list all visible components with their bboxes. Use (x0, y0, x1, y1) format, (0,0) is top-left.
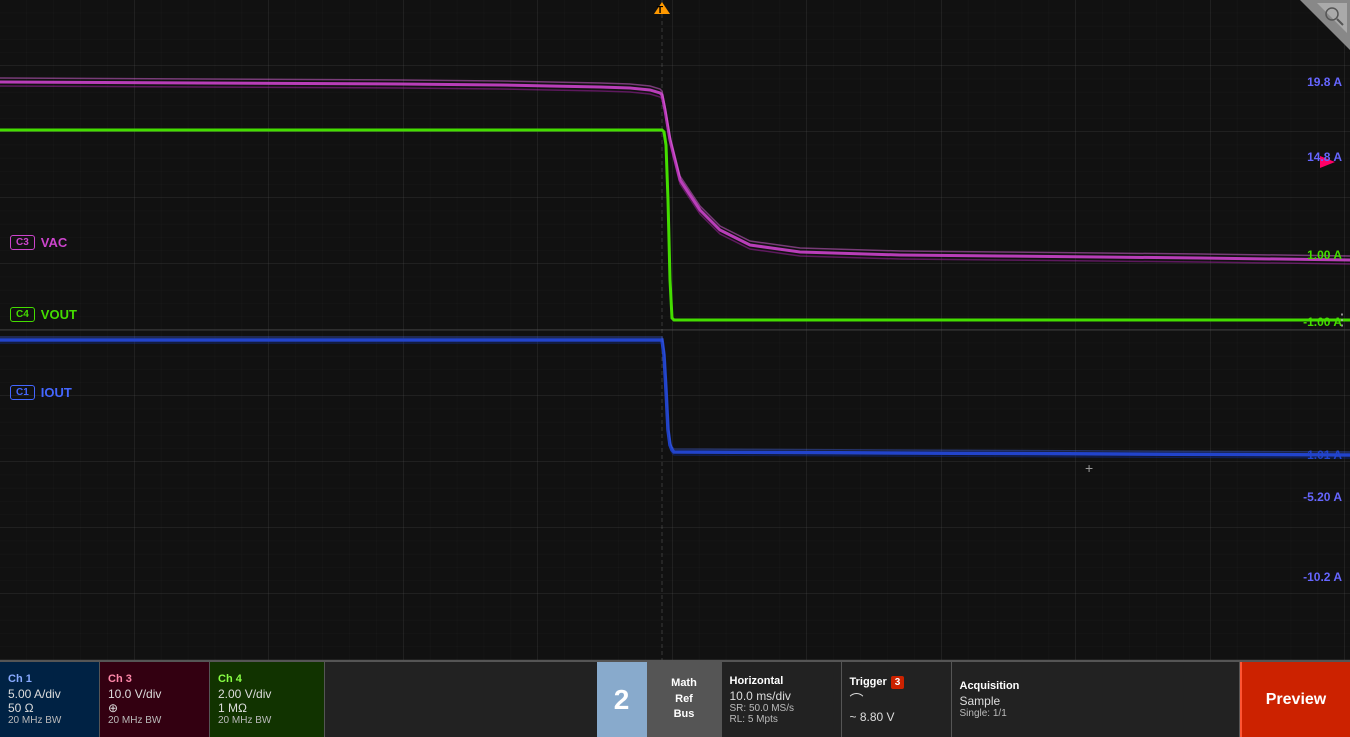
trigger-title: Trigger (850, 676, 887, 688)
channel-c4-label: C4 VOUT (10, 307, 77, 322)
num2-label: 2 (614, 684, 630, 716)
trigger-header: Trigger 3 (850, 676, 943, 690)
channel-c1-label: C1 IOUT (10, 385, 72, 400)
c1-badge: C1 (10, 385, 35, 400)
horizontal-line3: RL: 5 Mpts (730, 714, 833, 725)
voltage-label-upper-mid: 14.8 A (1307, 150, 1342, 164)
ch1-line2: 50 Ω (8, 701, 91, 715)
horizontal-line1: 10.0 ms/div (730, 689, 833, 703)
horizontal-line2: SR: 50.0 MS/s (730, 703, 833, 714)
preview-label: Preview (1266, 691, 1326, 709)
voltage-label-lower: -5.20 A (1303, 490, 1342, 504)
preview-button[interactable]: Preview (1240, 662, 1350, 737)
voltage-label-blue-right: -1.01 A (1303, 448, 1342, 462)
magnifier-icon (1323, 5, 1345, 27)
acquisition-title: Acquisition (960, 680, 1232, 692)
c4-badge: C4 (10, 307, 35, 322)
ch3-line3: 20 MHz BW (108, 715, 201, 726)
trigger-num-badge: 3 (891, 676, 905, 689)
ch1-line1: 5.00 A/div (8, 687, 91, 701)
ch1-info: Ch 1 5.00 A/div 50 Ω 20 MHz BW (0, 662, 100, 737)
c1-name: IOUT (41, 385, 72, 400)
math-ref-bus-button[interactable]: Math Ref Bus (647, 662, 722, 737)
voltage-label-top: 19.8 A (1307, 75, 1342, 89)
ch3-info: Ch 3 10.0 V/div ⊕ 20 MHz BW (100, 662, 210, 737)
waveform-display: T ⋮ (0, 0, 1350, 660)
horizontal-info: Horizontal 10.0 ms/div SR: 50.0 MS/s RL:… (722, 662, 842, 737)
c3-badge: C3 (10, 235, 35, 250)
c4-name: VOUT (41, 307, 77, 322)
horizontal-title: Horizontal (730, 675, 833, 687)
scope-screen: T ⋮ 19.8 A 14.8 A 1.00 A -1.00 A -1.01 A… (0, 0, 1350, 660)
voltage-label-mid-right: -1.00 A (1303, 315, 1342, 329)
cursor-pointer: + (1085, 460, 1093, 476)
trigger-info: Trigger 3 ⌒ ~ 8.80 V (842, 662, 952, 737)
math-ref-bus-label: Math Ref Bus (671, 676, 697, 722)
acquisition-line2: Single: 1/1 (960, 708, 1232, 719)
ch4-line2: 1 MΩ (218, 701, 316, 715)
trigger-symbol: ⌒ (850, 690, 943, 710)
voltage-label-right: 1.00 A (1307, 248, 1342, 262)
ch3-line1: 10.0 V/div (108, 687, 201, 701)
svg-text:T: T (657, 5, 663, 16)
acquisition-info: Acquisition Sample Single: 1/1 (952, 662, 1241, 737)
num2-button[interactable]: 2 (597, 662, 647, 737)
spacer (325, 662, 597, 737)
bottom-panel: Ch 1 5.00 A/div 50 Ω 20 MHz BW Ch 3 10.0… (0, 660, 1350, 737)
voltage-label-bottom: -10.2 A (1303, 570, 1342, 584)
ch4-title: Ch 4 (218, 673, 316, 685)
trigger-voltage: ~ 8.80 V (850, 710, 943, 724)
ch4-line1: 2.00 V/div (218, 687, 316, 701)
channel-c3-label: C3 VAC (10, 235, 67, 250)
ch4-line3: 20 MHz BW (218, 715, 316, 726)
ch4-info: Ch 4 2.00 V/div 1 MΩ 20 MHz BW (210, 662, 325, 737)
ch1-title: Ch 1 (8, 673, 91, 685)
c3-name: VAC (41, 235, 67, 250)
acquisition-line1: Sample (960, 694, 1232, 708)
ch3-line2: ⊕ (108, 701, 201, 715)
ch3-title: Ch 3 (108, 673, 201, 685)
ch1-line3: 20 MHz BW (8, 715, 91, 726)
